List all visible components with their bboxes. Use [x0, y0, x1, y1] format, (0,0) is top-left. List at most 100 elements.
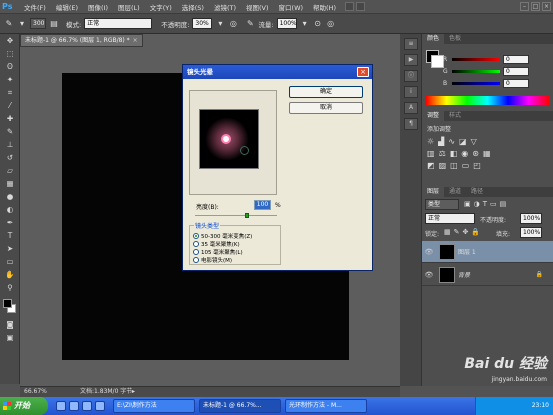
brush-size[interactable]: 300 [30, 18, 46, 29]
visibility-eye-icon[interactable]: 👁 [422, 248, 436, 256]
tab-paths[interactable]: 路径 [466, 187, 488, 197]
desktop-icon[interactable] [69, 401, 79, 411]
pressure-opacity-icon[interactable]: ◎ [228, 19, 238, 29]
layer-opacity-input[interactable]: 100% [520, 213, 542, 224]
foreground-color-swatch[interactable] [3, 299, 12, 308]
pressure-size-icon[interactable]: ◎ [326, 19, 336, 29]
layer-filter-kind[interactable]: 类型 [425, 199, 459, 210]
blur-tool-icon[interactable]: ● [2, 191, 18, 202]
menu-window[interactable]: 窗口(W) [274, 2, 309, 12]
brightness-slider-track[interactable] [195, 215, 277, 216]
color-spectrum-ramp[interactable] [426, 96, 549, 105]
flare-preview-image[interactable] [199, 109, 259, 169]
green-track[interactable] [452, 70, 500, 73]
clock[interactable]: 23:10 [532, 402, 549, 409]
gradient-map-icon[interactable]: ▭ [462, 161, 470, 170]
fill-input[interactable]: 100% [520, 227, 542, 238]
close-icon[interactable]: × [542, 2, 551, 11]
opacity-dropdown-icon[interactable]: ▾ [215, 19, 225, 29]
taskbar-item-folder[interactable]: E:\ZI\制作方法 [113, 399, 195, 413]
stamp-tool-icon[interactable]: ⊥ [2, 139, 18, 150]
red-track[interactable] [452, 58, 500, 61]
color-lookup-icon[interactable]: ▦ [483, 149, 491, 158]
cancel-button[interactable]: 取消 [289, 102, 363, 114]
status-menu-icon[interactable]: ▸ [132, 387, 135, 397]
lock-transparent-icon[interactable]: ▦ [444, 228, 451, 236]
blend-mode-select[interactable]: 正常 [425, 213, 475, 224]
lens-option-movie[interactable]: 电影镜头(M) [193, 256, 232, 264]
quick-select-tool-icon[interactable]: ✦ [2, 74, 18, 85]
black-white-icon[interactable]: ◧ [450, 149, 458, 158]
filter-adjust-icon[interactable]: ◑ [474, 200, 480, 208]
radio-selected-icon[interactable] [193, 233, 199, 239]
opacity-input[interactable]: 30% [192, 18, 213, 29]
photo-filter-icon[interactable]: ◉ [461, 149, 468, 158]
tab-color[interactable]: 颜色 [422, 34, 445, 44]
type-tool-icon[interactable]: T [2, 230, 18, 241]
history-brush-tool-icon[interactable]: ↺ [2, 152, 18, 163]
taskbar-item-document[interactable]: 光环制作方法 - M... [285, 399, 367, 413]
brightness-input[interactable]: 100 [254, 200, 271, 210]
dodge-tool-icon[interactable]: ◐ [2, 204, 18, 215]
color-balance-icon[interactable]: ⚖ [439, 149, 446, 158]
hue-saturation-icon[interactable]: ▥ [427, 149, 435, 158]
mode-select[interactable]: 正常 [84, 18, 153, 29]
lock-all-icon[interactable]: 🔒 [471, 228, 480, 236]
minimize-icon[interactable]: – [520, 2, 529, 11]
eraser-tool-icon[interactable]: ▱ [2, 165, 18, 176]
lock-image-icon[interactable]: ✎ [454, 228, 460, 236]
zoom-tool-icon[interactable]: ⚲ [2, 282, 18, 293]
history-panel-icon[interactable]: ≡ [404, 38, 418, 50]
gradient-tool-icon[interactable]: ▦ [2, 178, 18, 189]
radio-icon[interactable] [193, 249, 199, 255]
brush-tool-icon[interactable]: ✎ [2, 126, 18, 137]
red-value[interactable]: 0 [503, 55, 529, 64]
brush-preset-icon[interactable]: ▾ [17, 19, 27, 29]
taskbar-item-photoshop[interactable]: 未标题-1 @ 66.7%... [199, 399, 281, 413]
workspace-icon[interactable] [345, 2, 354, 11]
pen-tool-icon[interactable]: ✒ [2, 217, 18, 228]
menu-filter[interactable]: 滤镜(T) [209, 2, 241, 12]
brush-panel-icon[interactable]: ▤ [49, 19, 59, 29]
vibrance-adjust-icon[interactable]: ▽ [471, 137, 477, 146]
menu-view[interactable]: 视图(V) [241, 2, 274, 12]
tab-layers[interactable]: 图层 [422, 187, 445, 197]
menu-select[interactable]: 选择(S) [177, 2, 209, 12]
menu-type[interactable]: 文字(Y) [145, 2, 177, 12]
flow-dropdown-icon[interactable]: ▾ [300, 19, 310, 29]
zoom-level[interactable]: 66.67% [24, 387, 47, 397]
airbrush-toggle-icon[interactable]: ⊙ [313, 19, 323, 29]
menu-image[interactable]: 图像(I) [83, 2, 113, 12]
folder-icon[interactable] [95, 401, 105, 411]
restore-icon[interactable]: □ [531, 2, 540, 11]
brightness-slider-thumb[interactable] [245, 213, 249, 218]
menu-edit[interactable]: 编辑(E) [51, 2, 83, 12]
crop-tool-icon[interactable]: ⌗ [2, 87, 18, 98]
curves-adjust-icon[interactable]: ∿ [448, 137, 455, 146]
layer-row[interactable]: 👁 背景 🔒 [422, 264, 553, 286]
radio-icon[interactable] [193, 241, 199, 247]
filter-smart-icon[interactable]: ▤ [500, 200, 507, 208]
layer-name[interactable]: 图层 1 [458, 247, 476, 256]
actions-panel-icon[interactable]: ▶ [404, 54, 418, 66]
marquee-tool-icon[interactable]: ⬚ [2, 48, 18, 59]
tab-swatches[interactable]: 色板 [444, 34, 466, 44]
properties-panel-icon[interactable]: ⓘ [404, 70, 418, 82]
document-tab[interactable]: 未标题-1 @ 66.7% (图层 1, RGB/8) * × [20, 34, 143, 47]
visibility-eye-icon[interactable]: 👁 [422, 271, 436, 279]
move-tool-icon[interactable]: ✥ [2, 35, 18, 46]
character-panel-icon[interactable]: A [404, 102, 418, 114]
color-swatches[interactable] [0, 296, 19, 318]
lens-option-zoom[interactable]: 50-300 毫米变焦(Z) [193, 232, 252, 240]
paragraph-panel-icon[interactable]: ¶ [404, 118, 418, 130]
brightness-adjust-icon[interactable]: ☼ [427, 137, 434, 146]
quick-mask-icon[interactable]: ◙ [2, 319, 18, 330]
levels-adjust-icon[interactable]: ▟ [438, 137, 444, 146]
radio-icon[interactable] [193, 257, 199, 263]
tab-styles[interactable]: 样式 [444, 111, 466, 121]
layer-name[interactable]: 背景 [458, 270, 470, 279]
lens-option-35mm[interactable]: 35 毫米聚焦(K) [193, 240, 240, 248]
tab-channels[interactable]: 通道 [444, 187, 466, 197]
eyedropper-tool-icon[interactable]: ⁄ [2, 100, 18, 111]
info-panel-icon[interactable]: i [404, 86, 418, 98]
